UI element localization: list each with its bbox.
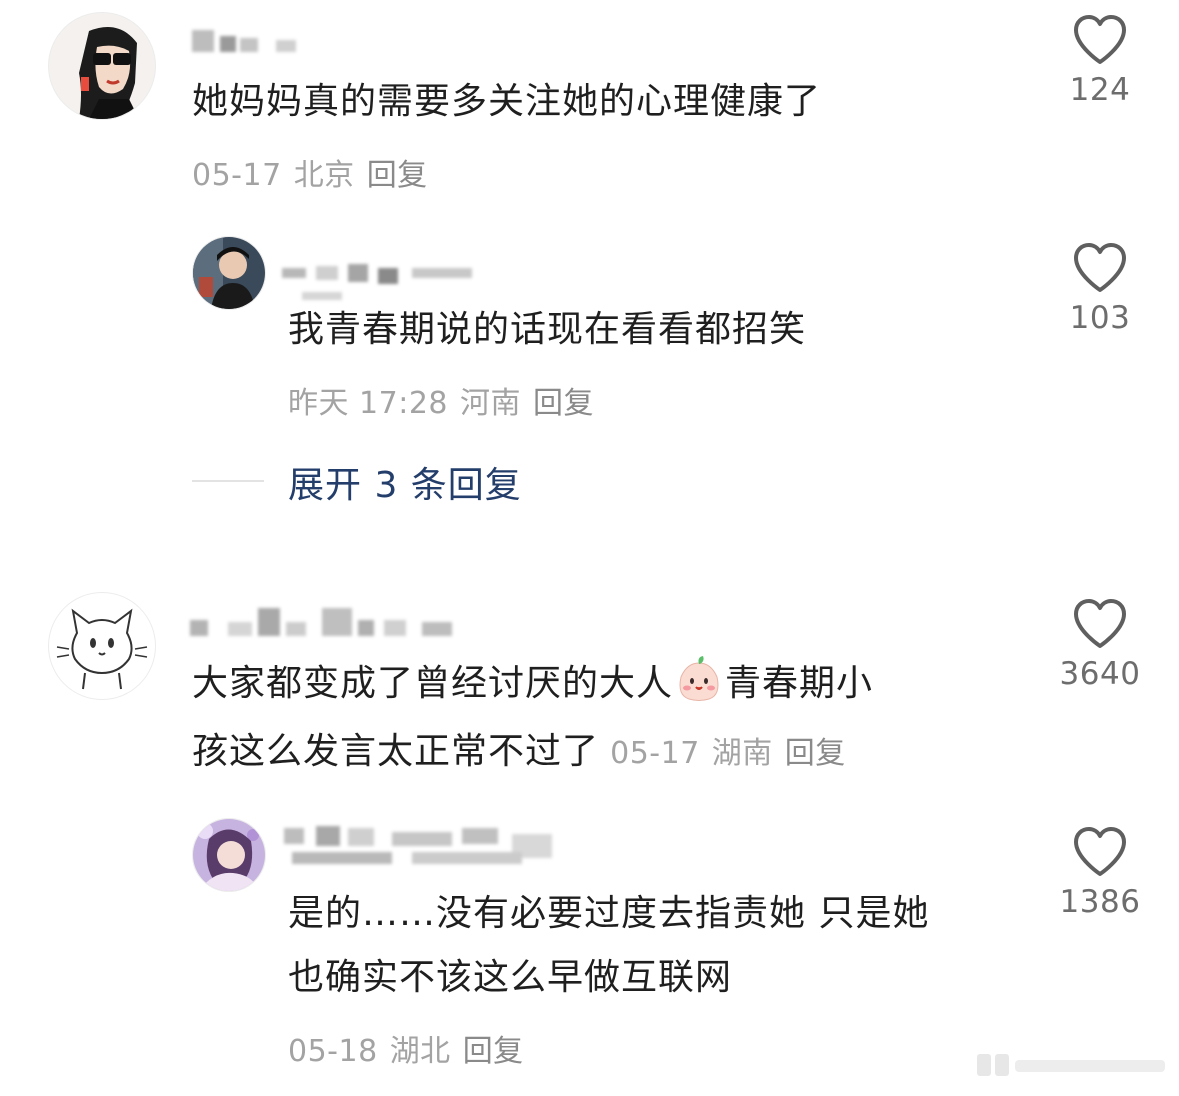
avatar[interactable] bbox=[192, 236, 266, 310]
comment-text-part: 孩这么发言太正常不过了 bbox=[192, 731, 600, 772]
watermark-logo-icon bbox=[977, 1054, 1165, 1076]
like-button[interactable]: 3640 bbox=[1055, 598, 1145, 692]
expand-replies-button[interactable]: 展开 3 条回复 bbox=[288, 456, 522, 508]
reply-button[interactable]: 回复 bbox=[463, 1034, 524, 1069]
comment-text: 我青春期说的话现在看看都招笑 bbox=[288, 309, 807, 350]
heart-icon bbox=[1074, 243, 1126, 292]
comment-location: 北京 bbox=[293, 158, 355, 193]
girl-purple-photo-avatar-icon bbox=[193, 819, 265, 891]
expand-divider bbox=[192, 480, 264, 482]
heart-icon bbox=[1074, 599, 1126, 648]
like-button[interactable]: 1386 bbox=[1055, 826, 1145, 920]
comment-text: 也确实不该这么早做互联网 bbox=[288, 957, 733, 998]
avatar[interactable] bbox=[192, 818, 266, 892]
username-redacted bbox=[188, 600, 458, 642]
reply-button[interactable]: 回复 bbox=[533, 386, 594, 421]
username-redacted bbox=[282, 824, 592, 872]
comment-text: 她妈妈真的需要多关注她的心理健康了 bbox=[192, 81, 822, 122]
comment-location: 河南 bbox=[460, 386, 521, 421]
comment-location: 湖南 bbox=[711, 736, 773, 771]
comment-meta: 昨天 17:28 河南 回复 bbox=[288, 378, 606, 422]
like-count: 124 bbox=[1069, 72, 1131, 108]
comment-text: 大家都变成了曾经讨厌的大人 青春期小 bbox=[192, 652, 873, 716]
like-count: 1386 bbox=[1059, 884, 1141, 920]
comment-meta: 05-17 湖南 回复 bbox=[610, 736, 858, 771]
username-redacted bbox=[192, 26, 312, 56]
young-man-photo-avatar-icon bbox=[193, 237, 265, 309]
avatar[interactable] bbox=[48, 592, 156, 700]
comment-location: 湖北 bbox=[389, 1034, 451, 1069]
comment-text-line2: 孩这么发言太正常不过了 05-17 湖南 回复 bbox=[192, 720, 858, 784]
watermark bbox=[975, 1050, 1170, 1080]
like-count: 3640 bbox=[1059, 656, 1141, 692]
blushing-face-emoji-icon bbox=[679, 656, 719, 701]
heart-icon bbox=[1074, 827, 1126, 876]
comment-meta: 05-18 湖北 回复 bbox=[288, 1026, 536, 1070]
comment-date: 05-17 bbox=[192, 158, 282, 193]
like-button[interactable]: 103 bbox=[1055, 242, 1145, 336]
reply-button[interactable]: 回复 bbox=[785, 736, 846, 771]
comment-text-part: 青春期小 bbox=[725, 663, 874, 704]
cartoon-cat-avatar-icon bbox=[49, 593, 155, 699]
like-count: 103 bbox=[1069, 300, 1131, 336]
heart-icon bbox=[1074, 15, 1126, 64]
reply-button[interactable]: 回复 bbox=[367, 158, 428, 193]
comment-text: 是的……没有必要过度去指责她 只是她 bbox=[288, 893, 930, 934]
woman-sunglasses-avatar-icon bbox=[49, 13, 155, 119]
like-button[interactable]: 124 bbox=[1055, 14, 1145, 108]
avatar[interactable] bbox=[48, 12, 156, 120]
comment-meta: 05-17 北京 回复 bbox=[192, 150, 440, 194]
comment-date: 昨天 17:28 bbox=[288, 386, 448, 421]
comment-date: 05-17 bbox=[610, 736, 700, 771]
comment-text-part: 大家都变成了曾经讨厌的大人 bbox=[192, 663, 674, 704]
comment-date: 05-18 bbox=[288, 1034, 378, 1069]
